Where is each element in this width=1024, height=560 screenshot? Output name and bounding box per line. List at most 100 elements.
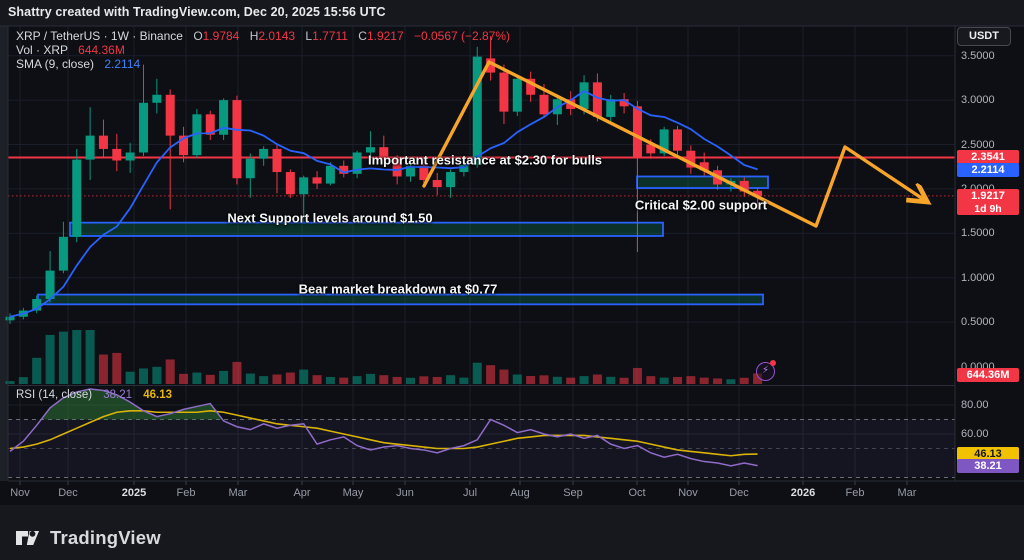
volume-bar [419,376,428,384]
symbol-title[interactable]: XRP / TetherUS · 1W · Binance [16,29,183,43]
volume-bar [206,375,215,384]
candle-body [499,73,508,112]
volume-bar [726,379,735,384]
volume-bar [553,377,562,384]
candle-body [540,95,549,115]
tradingview-logo-mark [14,524,41,551]
chart-canvas[interactable] [0,0,1024,560]
left-gutter [0,26,8,481]
candle-body [6,317,15,321]
annotation-critical-200[interactable]: Critical $2.00 support [635,198,767,213]
candle-body [580,82,589,109]
volume-bar [246,374,255,384]
volume-label: Vol · XRP [16,43,68,57]
candle-body [313,177,322,183]
candle-body [99,136,108,149]
tradingview-brand-text: TradingView [50,527,161,549]
volume-bar [166,359,175,384]
volume-bar [473,363,482,384]
candle-body [633,106,642,157]
ohlc-open-value: 1.9784 [203,29,240,43]
volume-bar [353,376,362,384]
candle-body [59,237,68,271]
volume-bar [459,378,468,384]
volume-bar [86,330,95,384]
annotation-resistance-230[interactable]: Important resistance at $2.30 for bulls [368,153,602,168]
candle-body [286,172,295,194]
volume-bar [740,378,749,384]
candle-body [593,82,602,117]
candle-body [473,57,482,165]
volume-bar [139,368,148,384]
candle-body [299,177,308,194]
legend-volume-row[interactable]: Vol · XRP 644.36M [16,43,510,57]
volume-bar [19,377,28,384]
volume-bar [499,370,508,384]
candle-body [232,100,241,178]
volume-bar [339,378,348,384]
volume-bar [540,375,549,384]
notification-dot [770,360,776,366]
volume-value: 644.36M [78,43,125,57]
volume-bar [593,375,602,384]
axis-badge-last-price: 1.92171d 9h [957,189,1019,215]
volume-bar [620,378,629,384]
volume-bar [179,374,188,384]
price-axis[interactable] [955,26,1024,481]
sma-label: SMA (9, close) [16,57,94,71]
candle-body [513,79,522,112]
volume-bar [32,358,41,384]
volume-bar [379,375,388,384]
rsi-legend[interactable]: RSI (14, close) 38.21 46.13 [16,389,172,401]
annotation-support-150[interactable]: Next Support levels around $1.50 [227,211,432,226]
volume-bar [232,362,241,384]
volume-bar [513,375,522,384]
volume-bar [326,377,335,384]
candle-body [259,149,268,159]
candle-body [273,149,282,172]
volume-bar [446,375,455,384]
volume-bar [313,375,322,384]
candle-body [606,99,615,117]
ohlc-high-value: 2.0143 [258,29,295,43]
volume-bar [126,372,135,384]
volume-bar [192,373,201,384]
volume-bar [112,353,121,384]
candle-body [112,149,121,161]
candle-body [126,152,135,160]
annotation-breakdown-077[interactable]: Bear market breakdown at $0.77 [299,282,498,297]
ohlc-low-value: 1.7711 [312,29,348,43]
candle-body [46,271,55,299]
candle-body [446,172,455,187]
tradingview-chart-page: { "watermark": "Shattry created with Tra… [0,0,1024,560]
candle-body [72,160,81,237]
volume-bar [46,335,55,384]
volume-bar [633,368,642,384]
candle-body [326,166,335,184]
candle-body [166,95,175,136]
rsi-label: RSI (14, close) [16,389,92,401]
volume-bar [59,332,68,384]
rsi-value-text: 38.21 [103,389,132,401]
time-axis[interactable] [8,481,955,505]
volume-bar [433,377,442,384]
volume-bar [580,376,589,384]
axis-badge-volume-value: 644.36M [957,368,1019,382]
axis-badge-rsi-value: 38.21 [957,459,1019,473]
axis-badge-sma-value: 2.2114 [957,163,1019,177]
legend-symbol-row[interactable]: XRP / TetherUS · 1W · Binance O1.9784 H2… [16,29,510,43]
candle-body [433,180,442,187]
volume-bar [72,330,81,384]
legend-sma-row[interactable]: SMA (9, close) 2.2114 [16,57,510,71]
volume-bar [273,375,282,384]
candle-body [246,159,255,179]
volume-bar [219,371,228,384]
volume-bar [393,377,402,384]
volume-bar [486,365,495,384]
volume-bar [566,378,575,384]
ohlc-open-label: O [193,29,202,43]
volume-bar [660,378,669,384]
tradingview-logo[interactable]: TradingView [14,524,161,551]
volume-bar [646,376,655,384]
candle-body [86,136,95,160]
